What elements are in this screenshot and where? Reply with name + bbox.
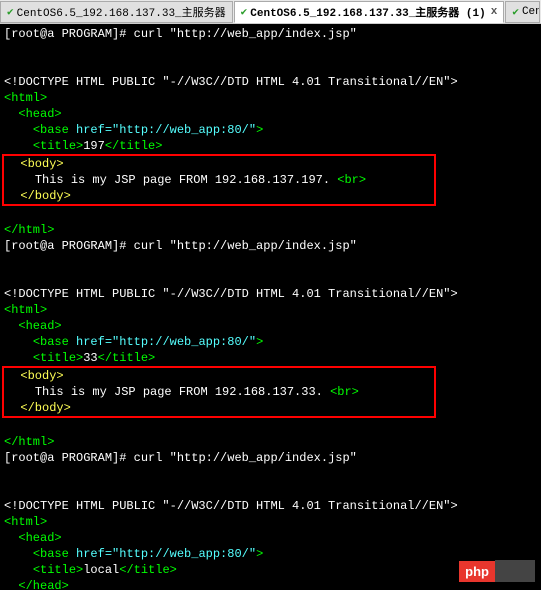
terminal-tab-3[interactable]: ✔ CentOS (505, 1, 540, 23)
body-open: <body> (20, 157, 63, 171)
head-close: </head> (18, 579, 68, 590)
body-text: This is my JSP page FROM 192.168.137.197… (35, 173, 337, 187)
base-close: > (256, 335, 263, 349)
title-text: 197 (83, 139, 105, 153)
body-close: </body> (20, 189, 70, 203)
watermark-text: php (459, 561, 495, 582)
title-text: local (83, 563, 119, 577)
title-close: </title> (119, 563, 177, 577)
watermark-suffix (495, 560, 535, 582)
highlight-box-2: <body> This is my JSP page FROM 192.168.… (2, 366, 436, 418)
url-arg: "http://web_app/index.jsp" (170, 451, 357, 465)
html-open: <html> (4, 515, 47, 529)
br-tag: <br> (337, 173, 366, 187)
tab-bar: ✔ CentOS6.5_192.168.137.33_主服务器 ✔ CentOS… (0, 0, 541, 24)
base-attr: href="http://web_app:80/" (76, 547, 256, 561)
command: curl (134, 239, 163, 253)
highlight-box-1: <body> This is my JSP page FROM 192.168.… (2, 154, 436, 206)
url-arg: "http://web_app/index.jsp" (170, 27, 357, 41)
tab-label: CentOS6.5_192.168.137.33_主服务器 (1) (250, 4, 485, 20)
command: curl (134, 451, 163, 465)
doctype-line: <!DOCTYPE HTML PUBLIC "-//W3C//DTD HTML … (4, 499, 458, 513)
terminal-tab-2-active[interactable]: ✔ CentOS6.5_192.168.137.33_主服务器 (1) x (234, 1, 505, 23)
body-close: </body> (20, 401, 70, 415)
terminal-tab-1[interactable]: ✔ CentOS6.5_192.168.137.33_主服务器 (0, 1, 233, 23)
html-close: </html> (4, 435, 54, 449)
doctype-line: <!DOCTYPE HTML PUBLIC "-//W3C//DTD HTML … (4, 287, 458, 301)
watermark: php (459, 560, 535, 582)
html-open: <html> (4, 303, 47, 317)
command: curl (134, 27, 163, 41)
base-close: > (256, 547, 263, 561)
tab-label: CentOS6.5_192.168.137.33_主服务器 (17, 4, 226, 20)
terminal-output[interactable]: [root@a PROGRAM]# curl "http://web_app/i… (0, 24, 541, 590)
head-open: <head> (18, 107, 61, 121)
html-open: <html> (4, 91, 47, 105)
check-icon: ✔ (241, 5, 248, 19)
head-open: <head> (18, 531, 61, 545)
body-text: This is my JSP page FROM 192.168.137.33. (35, 385, 330, 399)
base-close: > (256, 123, 263, 137)
title-close: </title> (105, 139, 163, 153)
base-open: <base (33, 335, 76, 349)
head-open: <head> (18, 319, 61, 333)
base-attr: href="http://web_app:80/" (76, 335, 256, 349)
shell-prompt: [root@a PROGRAM]# (4, 239, 126, 253)
doctype-line: <!DOCTYPE HTML PUBLIC "-//W3C//DTD HTML … (4, 75, 458, 89)
title-text: 33 (83, 351, 97, 365)
title-open: <title> (33, 139, 83, 153)
br-tag: <br> (330, 385, 359, 399)
url-arg: "http://web_app/index.jsp" (170, 239, 357, 253)
base-attr: href="http://web_app:80/" (76, 123, 256, 137)
tab-label: CentOS (522, 6, 540, 18)
base-open: <base (33, 123, 76, 137)
shell-prompt: [root@a PROGRAM]# (4, 27, 126, 41)
html-close: </html> (4, 223, 54, 237)
title-open: <title> (33, 351, 83, 365)
base-open: <base (33, 547, 76, 561)
body-open: <body> (20, 369, 63, 383)
title-open: <title> (33, 563, 83, 577)
close-icon[interactable]: x (491, 6, 498, 18)
check-icon: ✔ (7, 5, 14, 19)
check-icon: ✔ (512, 5, 519, 19)
title-close: </title> (98, 351, 156, 365)
shell-prompt: [root@a PROGRAM]# (4, 451, 126, 465)
